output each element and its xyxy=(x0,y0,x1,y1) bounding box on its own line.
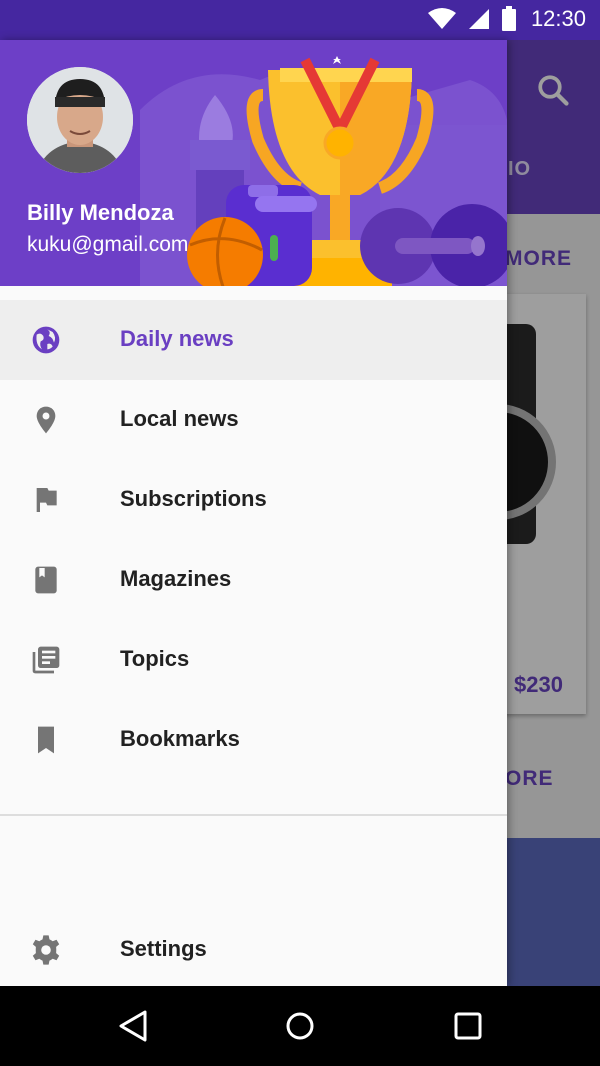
drawer-divider xyxy=(0,814,507,816)
drawer-item-label: Settings xyxy=(120,936,207,961)
location-pin-icon xyxy=(36,406,56,434)
drawer-item-label: Subscriptions xyxy=(120,486,267,511)
user-name: Billy Mendoza xyxy=(27,200,174,225)
drawer-header: Billy Mendoza kuku@gmail.com xyxy=(0,40,507,286)
avatar[interactable] xyxy=(27,67,133,173)
cell-signal-icon xyxy=(468,9,489,29)
drawer-item-local-news[interactable]: Local news xyxy=(0,380,507,460)
back-icon[interactable] xyxy=(115,1008,151,1044)
book-icon xyxy=(35,566,57,594)
wifi-icon xyxy=(427,8,456,29)
status-bar: 12:30 xyxy=(0,0,600,40)
drawer-item-label: Topics xyxy=(120,646,190,671)
drawer-item-topics[interactable]: Topics xyxy=(0,620,507,700)
drawer-item-label: Magazines xyxy=(120,566,232,591)
drawer-item-daily-news[interactable]: Daily news xyxy=(0,300,507,380)
bookmark-icon xyxy=(38,726,54,754)
drawer-item-subscriptions[interactable]: Subscriptions xyxy=(0,460,507,540)
flag-icon xyxy=(36,488,57,512)
drawer-item-label: Local news xyxy=(120,406,239,431)
library-books-icon xyxy=(32,646,60,674)
drawer-item-settings[interactable]: Settings xyxy=(0,910,507,990)
gear-icon xyxy=(32,935,60,965)
globe-icon xyxy=(32,326,60,354)
navigation-drawer: Billy Mendoza kuku@gmail.com Daily news … xyxy=(0,40,507,986)
drawer-item-label: Bookmarks xyxy=(120,726,240,751)
home-icon[interactable] xyxy=(282,1008,318,1044)
drawer-item-magazines[interactable]: Magazines xyxy=(0,540,507,620)
user-photo xyxy=(27,67,133,173)
recents-icon[interactable] xyxy=(450,1008,486,1044)
status-time: 12:30 xyxy=(530,6,586,31)
user-email[interactable]: kuku@gmail.com xyxy=(27,233,188,257)
system-nav-bar xyxy=(0,986,600,1066)
drawer-item-label: Daily news xyxy=(120,326,234,351)
battery-icon xyxy=(501,6,516,31)
drawer-item-bookmarks[interactable]: Bookmarks xyxy=(0,700,507,780)
